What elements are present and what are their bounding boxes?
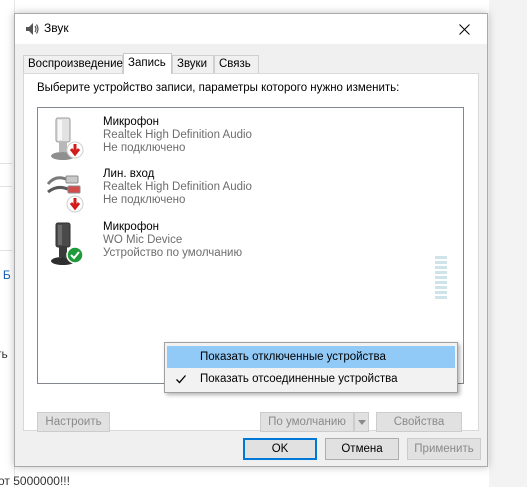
tab-sounds[interactable]: Звуки [172,55,214,73]
level-meter [435,256,447,299]
menu-item-show-disconnected[interactable]: Показать отсоединенные устройства [167,368,455,390]
background-link-fragment[interactable]: т. Б [0,268,11,282]
speaker-icon [26,23,39,35]
device-name: Микрофон [103,221,160,233]
context-menu: Показать отключенные устройства Показать… [164,342,458,393]
chevron-down-icon [358,420,366,425]
menu-item-label: Показать отсоединенные устройства [200,373,398,385]
menu-item-show-disabled[interactable]: Показать отключенные устройства [167,346,455,368]
device-driver: Realtek High Definition Audio [103,129,252,141]
ok-button[interactable]: OK [243,438,317,460]
background-divider [0,186,12,187]
device-driver: Realtek High Definition Audio [103,181,252,193]
device-item[interactable]: Микрофон Realtek High Definition Audio Н… [38,114,463,166]
microphone-icon [51,222,84,265]
properties-button[interactable]: Свойства [376,412,462,432]
configure-button[interactable]: Настроить [37,412,110,432]
set-default-dropdown[interactable] [354,412,369,432]
background-divider [0,250,12,251]
dialog-title: Звук [44,21,69,35]
background-text-fragment: от 5000000!!! [0,474,70,488]
device-name: Лин. вход [103,168,155,180]
close-button[interactable] [441,14,487,44]
menu-item-label: Показать отключенные устройства [200,351,386,363]
set-default-button[interactable]: По умолчанию [260,412,354,432]
cancel-button[interactable]: Отмена [325,438,399,460]
close-icon [458,23,470,35]
apply-button[interactable]: Применить [407,438,481,460]
device-name: Микрофон [103,116,160,128]
checkmark-icon [176,375,186,384]
sound-dialog: Звук Воспроизведение Запись Звуки Связь … [14,13,488,467]
microphone-icon [51,117,84,160]
device-item[interactable]: Микрофон WO Mic Device Устройство по умо… [38,219,463,271]
device-status: Не подключено [103,142,186,154]
tab-communications[interactable]: Связь [214,55,259,73]
instruction-text: Выберите устройство записи, параметры ко… [37,82,400,94]
background-window-right [489,0,527,487]
background-window-left [0,0,15,487]
device-item[interactable]: Лин. вход Realtek High Definition Audio … [38,166,463,218]
background-text-fragment: ть [0,347,8,361]
device-status: Устройство по умолчанию [103,247,243,259]
tab-playback[interactable]: Воспроизведение [23,55,123,73]
tab-recording[interactable]: Запись [123,53,172,74]
line-in-cable-icon [46,175,84,213]
device-status: Не подключено [103,194,186,206]
title-bar[interactable]: Звук [15,14,487,44]
background-divider [0,163,12,164]
device-driver: WO Mic Device [103,234,183,246]
